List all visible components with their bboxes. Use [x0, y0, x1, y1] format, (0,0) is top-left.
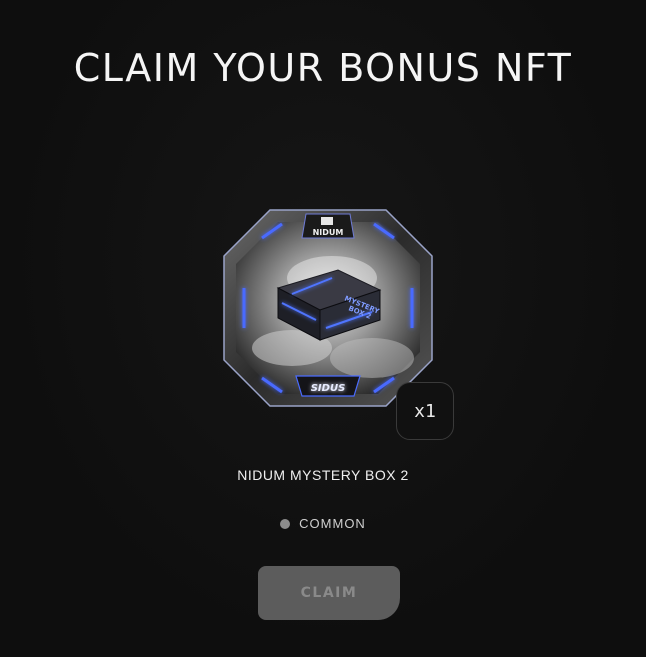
nft-card-image: NIDUM MYSTERY BOX 2 SIDUS	[222, 208, 434, 408]
claim-button[interactable]: CLAIM	[258, 566, 400, 620]
quantity-badge: x1	[396, 382, 454, 440]
rarity-label: COMMON	[299, 516, 366, 531]
nft-item-name: NIDUM MYSTERY BOX 2	[237, 467, 409, 483]
nft-frame-art: NIDUM MYSTERY BOX 2 SIDUS	[223, 209, 433, 407]
rarity-indicator: COMMON	[0, 516, 646, 531]
page-title: CLAIM YOUR BONUS NFT	[73, 46, 573, 90]
svg-text:NIDUM: NIDUM	[313, 228, 344, 237]
rarity-dot-icon	[280, 518, 291, 529]
claim-bonus-page: CLAIM YOUR BONUS NFT NIDUM MYSTERY BOX 2…	[0, 0, 646, 657]
svg-text:SIDUS: SIDUS	[311, 383, 346, 394]
